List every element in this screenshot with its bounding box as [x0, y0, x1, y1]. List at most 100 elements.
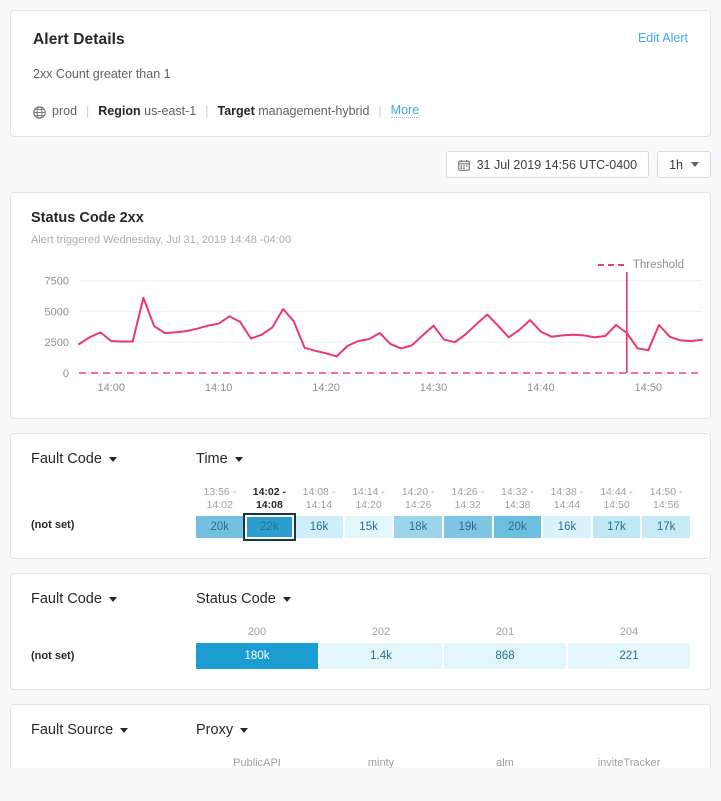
row-dimension-selector-source[interactable]: Fault Source [31, 721, 196, 739]
time-heatmap-grid: 13:56 -14:0214:02 -14:0814:08 -14:1414:1… [196, 486, 690, 538]
range-dropdown[interactable]: 1h [657, 151, 711, 178]
time-heatmap-header: Fault Code Time [31, 450, 690, 468]
column-header: 14:32 -14:38 [494, 486, 542, 512]
time-heatmap-card: Fault Code Time (not set) 13:56 -14:0214… [10, 433, 711, 559]
source-heatmap-rowlabels [31, 757, 196, 768]
column-header: inviteTracker [568, 757, 690, 768]
heatmap-cell[interactable]: 20k [494, 516, 542, 538]
chevron-down-icon [235, 457, 243, 462]
chevron-down-icon [691, 162, 699, 167]
meta-separator: | [378, 104, 381, 118]
chevron-down-icon [240, 728, 248, 733]
svg-text:14:50: 14:50 [635, 382, 663, 394]
column-dimension-label: Status Code [196, 591, 276, 607]
target-value: management-hybrid [258, 104, 369, 118]
time-controls-row: 31 Jul 2019 14:56 UTC-0400 1h [10, 151, 711, 178]
source-heatmap-body: PublicAPImintyalminviteTracker [31, 757, 690, 768]
more-link[interactable]: More [391, 103, 419, 118]
source-heatmap-header: Fault Source Proxy [31, 721, 690, 739]
column-header: 204 [568, 626, 690, 639]
chevron-down-icon [109, 597, 117, 602]
heatmap-cell[interactable]: 15k [345, 516, 393, 538]
heatmap-cell[interactable]: 868 [444, 643, 566, 669]
row-dimension-label: Fault Source [31, 722, 113, 738]
region-value: us-east-1 [144, 104, 196, 118]
time-heatmap-rowlabels: (not set) [31, 486, 196, 538]
heatmap-cell[interactable]: 180k [196, 643, 318, 669]
status-heatmap-body: (not set) 200202201204 180k1.4k868221 [31, 626, 690, 669]
target-label: Target [217, 104, 254, 118]
chevron-down-icon [283, 597, 291, 602]
alert-details-card: Alert Details Edit Alert 2xx Count great… [10, 10, 711, 137]
column-header: 200 [196, 626, 318, 639]
row-dimension-label: Fault Code [31, 451, 102, 467]
svg-text:14:00: 14:00 [97, 382, 125, 394]
alert-meta-row: prod | Region us-east-1 | Target managem… [33, 103, 688, 118]
status-heatmap-rowlabels: (not set) [31, 626, 196, 669]
column-header: 14:50 -14:56 [642, 486, 690, 512]
heatmap-cell[interactable]: 19k [444, 516, 492, 538]
chart-card: Status Code 2xx Alert triggered Wednesda… [10, 192, 711, 419]
row-dimension-selector-time[interactable]: Fault Code [31, 450, 196, 468]
row-dimension-selector-status[interactable]: Fault Code [31, 590, 196, 608]
heatmap-cell[interactable]: 1.4k [320, 643, 442, 669]
column-header: 14:26 -14:32 [444, 486, 492, 512]
column-header: 14:14 -14:20 [345, 486, 393, 512]
column-header: 13:56 -14:02 [196, 486, 244, 512]
status-code-heatmap-card: Fault Code Status Code (not set) 2002022… [10, 573, 711, 690]
column-dimension-selector-source[interactable]: Proxy [196, 721, 248, 739]
line-chart-svg: 025005000750014:0014:1014:2014:3014:4014… [31, 264, 710, 399]
heatmap-cell[interactable]: 16k [295, 516, 343, 538]
fault-source-heatmap-card: Fault Source Proxy PublicAPImintyalminvi… [10, 704, 711, 768]
row-dimension-label: Fault Code [31, 591, 102, 607]
column-header: 14:08 -14:14 [295, 486, 343, 512]
column-dimension-label: Time [196, 451, 228, 467]
range-dropdown-value: 1h [669, 158, 683, 172]
column-header: 14:38 -14:44 [543, 486, 591, 512]
heatmap-cell[interactable]: 18k [394, 516, 442, 538]
legend-label-threshold: Threshold [633, 259, 684, 271]
svg-text:14:10: 14:10 [205, 382, 233, 394]
heatmap-cell[interactable]: 22k [246, 516, 294, 538]
column-header: 14:44 -14:50 [593, 486, 641, 512]
heatmap-cell[interactable]: 20k [196, 516, 244, 538]
date-picker[interactable]: 31 Jul 2019 14:56 UTC-0400 [446, 151, 650, 178]
column-header: 201 [444, 626, 566, 639]
chevron-down-icon [120, 728, 128, 733]
chart-subtitle: Alert triggered Wednesday, Jul 31, 2019 … [31, 234, 690, 246]
svg-text:14:40: 14:40 [527, 382, 555, 394]
chart-plot-area[interactable]: 025005000750014:0014:1014:2014:3014:4014… [31, 264, 690, 404]
calendar-icon [458, 159, 470, 171]
edit-alert-link[interactable]: Edit Alert [638, 31, 688, 45]
time-column-headers: 13:56 -14:0214:02 -14:0814:08 -14:1414:1… [196, 486, 690, 512]
column-dimension-label: Proxy [196, 722, 233, 738]
meta-separator: | [86, 104, 89, 118]
column-header: PublicAPI [196, 757, 318, 768]
svg-text:14:20: 14:20 [312, 382, 340, 394]
column-header: alm [444, 757, 566, 768]
time-heatmap-body: (not set) 13:56 -14:0214:02 -14:0814:08 … [31, 486, 690, 538]
chevron-down-icon [109, 457, 117, 462]
column-header: minty [320, 757, 442, 768]
heatmap-cell[interactable]: 17k [642, 516, 690, 538]
heatmap-cell[interactable]: 17k [593, 516, 641, 538]
alert-details-header: Alert Details Edit Alert [33, 31, 688, 49]
column-dimension-selector-time[interactable]: Time [196, 450, 243, 468]
column-dimension-selector-status[interactable]: Status Code [196, 590, 291, 608]
svg-text:14:30: 14:30 [420, 382, 448, 394]
column-header: 202 [320, 626, 442, 639]
alert-condition-text: 2xx Count greater than 1 [33, 67, 688, 81]
heatmap-cell[interactable]: 16k [543, 516, 591, 538]
page-title: Alert Details [33, 31, 125, 49]
status-column-headers: 200202201204 [196, 626, 690, 639]
svg-text:5000: 5000 [45, 306, 69, 318]
meta-separator: | [205, 104, 208, 118]
status-heatmap-header: Fault Code Status Code [31, 590, 690, 608]
heatmap-cell[interactable]: 221 [568, 643, 690, 669]
svg-text:0: 0 [63, 368, 69, 380]
row-label: (not set) [31, 519, 74, 531]
column-header: 14:02 -14:08 [246, 486, 294, 512]
chart-legend: Threshold [598, 259, 684, 271]
source-column-headers: PublicAPImintyalminviteTracker [196, 757, 690, 768]
environment-value: prod [52, 104, 77, 118]
